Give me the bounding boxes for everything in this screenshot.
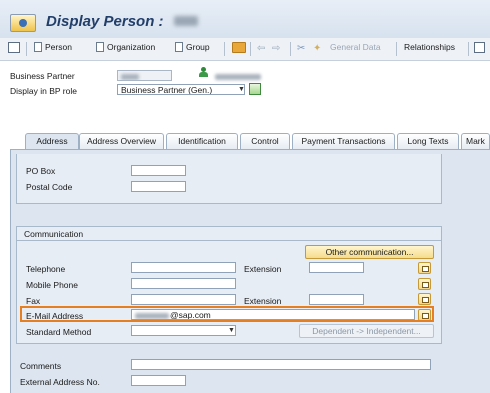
telephone-extension-label: Extension bbox=[244, 264, 282, 274]
po-box-field bbox=[131, 165, 186, 176]
tab-strip: Address Address Overview Identification … bbox=[0, 133, 490, 150]
telephone-more-icon[interactable] bbox=[418, 262, 431, 274]
telephone-field bbox=[131, 262, 236, 273]
tab-control[interactable]: Control bbox=[240, 133, 290, 149]
fax-field bbox=[131, 294, 236, 305]
open-folder-icon[interactable] bbox=[232, 42, 246, 53]
email-highlight-box bbox=[20, 306, 434, 322]
tab-long-texts[interactable]: Long Texts bbox=[397, 133, 459, 149]
comments-label: Comments bbox=[20, 361, 62, 371]
communication-title: Communication bbox=[24, 229, 84, 239]
create-organization-label: Organization bbox=[107, 42, 156, 52]
relationships-button[interactable]: Relationships bbox=[404, 42, 455, 52]
confirm-role-icon[interactable] bbox=[249, 83, 261, 95]
create-group-button[interactable]: Group bbox=[175, 42, 210, 52]
previous-arrow-icon[interactable]: ⇦ bbox=[257, 43, 265, 54]
telephone-label: Telephone bbox=[26, 264, 66, 274]
tab-payment-transactions[interactable]: Payment Transactions bbox=[292, 133, 395, 149]
create-organization-button[interactable]: Organization bbox=[96, 42, 155, 52]
fax-more-icon[interactable] bbox=[418, 293, 431, 305]
external-address-label: External Address No. bbox=[20, 377, 100, 387]
tab-marketing[interactable]: Mark bbox=[461, 133, 490, 149]
postal-code-label: Postal Code bbox=[26, 182, 73, 192]
external-address-field bbox=[131, 375, 186, 386]
person-icon bbox=[199, 67, 208, 78]
next-arrow-icon[interactable]: ⇨ bbox=[272, 43, 280, 54]
mobile-more-icon[interactable] bbox=[418, 278, 431, 290]
telephone-extension-field bbox=[309, 262, 364, 273]
dependent-independent-button[interactable]: Dependent -> Independent... bbox=[299, 324, 434, 338]
partner-name-redacted bbox=[215, 71, 261, 81]
general-data-icon[interactable]: ✦ bbox=[313, 43, 321, 54]
document-icon bbox=[34, 42, 42, 52]
mobile-phone-field bbox=[131, 278, 236, 289]
business-partner-label: Business Partner bbox=[10, 71, 75, 81]
tab-address[interactable]: Address bbox=[25, 133, 79, 149]
comments-field bbox=[131, 359, 431, 370]
chevron-down-icon[interactable]: ▼ bbox=[238, 86, 245, 93]
more-icon[interactable] bbox=[474, 42, 485, 53]
bp-role-select[interactable]: Business Partner (Gen.) bbox=[117, 84, 245, 95]
standard-method-select[interactable] bbox=[131, 325, 236, 336]
general-data-button[interactable]: General Data bbox=[330, 42, 381, 52]
standard-method-label: Standard Method bbox=[26, 327, 92, 337]
chevron-down-icon[interactable]: ▼ bbox=[228, 327, 235, 334]
postal-code-field bbox=[131, 181, 186, 192]
person-id-redacted bbox=[174, 16, 198, 26]
display-role-label: Display in BP role bbox=[10, 86, 77, 96]
fax-extension-field bbox=[309, 294, 364, 305]
app-menu-icon[interactable] bbox=[10, 14, 36, 32]
page-title: Display Person : bbox=[46, 13, 164, 30]
tab-address-overview[interactable]: Address Overview bbox=[79, 133, 164, 149]
general-data-label: General Data bbox=[330, 42, 381, 52]
po-box-label: PO Box bbox=[26, 166, 56, 176]
address-group bbox=[16, 154, 442, 204]
create-person-label: Person bbox=[45, 42, 72, 52]
fax-label: Fax bbox=[26, 296, 41, 306]
where-used-icon[interactable]: ✂ bbox=[297, 43, 305, 54]
other-communication-button[interactable]: Other communication... bbox=[305, 245, 434, 259]
display-change-icon[interactable] bbox=[8, 42, 20, 53]
create-group-label: Group bbox=[186, 42, 210, 52]
relationships-label: Relationships bbox=[404, 42, 456, 52]
mobile-phone-label: Mobile Phone bbox=[26, 280, 78, 290]
business-partner-field bbox=[117, 70, 172, 81]
application-toolbar: Person Organization Group ⇦ ⇨ ✂ ✦ Genera… bbox=[0, 38, 490, 61]
tab-identification[interactable]: Identification bbox=[166, 133, 238, 149]
document-icon bbox=[175, 42, 183, 52]
fax-extension-label: Extension bbox=[244, 296, 282, 306]
bp-role-value: Business Partner (Gen.) bbox=[121, 85, 213, 95]
create-person-button[interactable]: Person bbox=[34, 42, 72, 52]
document-icon bbox=[96, 42, 104, 52]
